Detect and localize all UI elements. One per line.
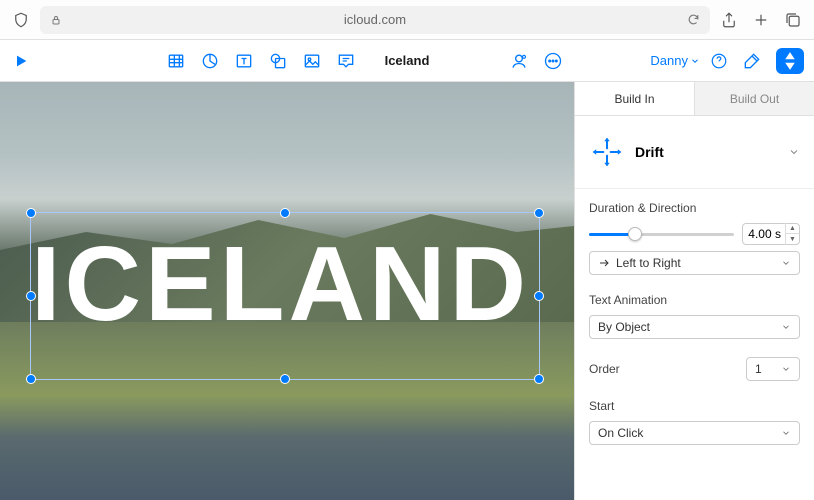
- help-icon[interactable]: [710, 52, 728, 70]
- text-icon[interactable]: [233, 50, 255, 72]
- chevron-down-icon: [781, 428, 791, 438]
- share-icon[interactable]: [720, 11, 738, 29]
- play-button[interactable]: [10, 50, 32, 72]
- tab-build-out[interactable]: Build Out: [694, 82, 814, 116]
- resize-handle[interactable]: [534, 291, 544, 301]
- privacy-shield-icon[interactable]: [12, 11, 30, 29]
- resize-handle[interactable]: [534, 208, 544, 218]
- image-icon[interactable]: [301, 50, 323, 72]
- address-bar[interactable]: icloud.com: [40, 6, 710, 34]
- resize-handle[interactable]: [26, 208, 36, 218]
- lock-icon: [50, 14, 62, 26]
- text-animation-dropdown[interactable]: By Object: [589, 315, 800, 339]
- shape-icon[interactable]: [267, 50, 289, 72]
- slider-thumb[interactable]: [628, 227, 642, 241]
- effect-name: Drift: [635, 144, 778, 160]
- format-button[interactable]: [738, 48, 766, 74]
- chevron-down-icon: [781, 258, 791, 268]
- start-dropdown[interactable]: On Click: [589, 421, 800, 445]
- resize-handle[interactable]: [26, 291, 36, 301]
- animate-button[interactable]: [776, 48, 804, 74]
- reload-icon[interactable]: [687, 13, 700, 26]
- stepper-up[interactable]: ▲: [786, 223, 799, 234]
- resize-handle[interactable]: [26, 374, 36, 384]
- tabs-icon[interactable]: [784, 11, 802, 29]
- table-icon[interactable]: [165, 50, 187, 72]
- chart-icon[interactable]: [199, 50, 221, 72]
- stepper-down[interactable]: ▼: [786, 234, 799, 245]
- drift-effect-icon: [589, 134, 625, 170]
- slide-title-text: ICELAND: [31, 213, 539, 337]
- start-label: Start: [589, 399, 800, 413]
- duration-slider[interactable]: [589, 233, 734, 236]
- resize-handle[interactable]: [280, 208, 290, 218]
- resize-handle[interactable]: [534, 374, 544, 384]
- chevron-down-icon: [781, 322, 791, 332]
- collaborate-icon[interactable]: [508, 50, 530, 72]
- duration-stepper[interactable]: 4.00 s ▲▼: [742, 223, 800, 245]
- order-dropdown[interactable]: 1: [746, 357, 800, 381]
- duration-label: Duration & Direction: [589, 201, 800, 215]
- chevron-down-icon: [781, 364, 791, 374]
- order-label: Order: [589, 362, 620, 376]
- resize-handle[interactable]: [280, 374, 290, 384]
- more-icon[interactable]: [542, 50, 564, 72]
- direction-dropdown[interactable]: Left to Right: [589, 251, 800, 275]
- text-selection[interactable]: ICELAND: [30, 212, 540, 380]
- url-text: icloud.com: [344, 12, 406, 27]
- slide-canvas[interactable]: ICELAND: [0, 82, 574, 500]
- animation-inspector: Build In Build Out Drift Duration & Dire…: [574, 82, 814, 500]
- tab-build-in[interactable]: Build In: [575, 82, 694, 116]
- effect-expand[interactable]: [788, 146, 800, 158]
- user-menu[interactable]: Danny: [650, 53, 700, 68]
- comment-icon[interactable]: [335, 50, 357, 72]
- new-tab-icon[interactable]: [752, 11, 770, 29]
- text-animation-label: Text Animation: [589, 293, 800, 307]
